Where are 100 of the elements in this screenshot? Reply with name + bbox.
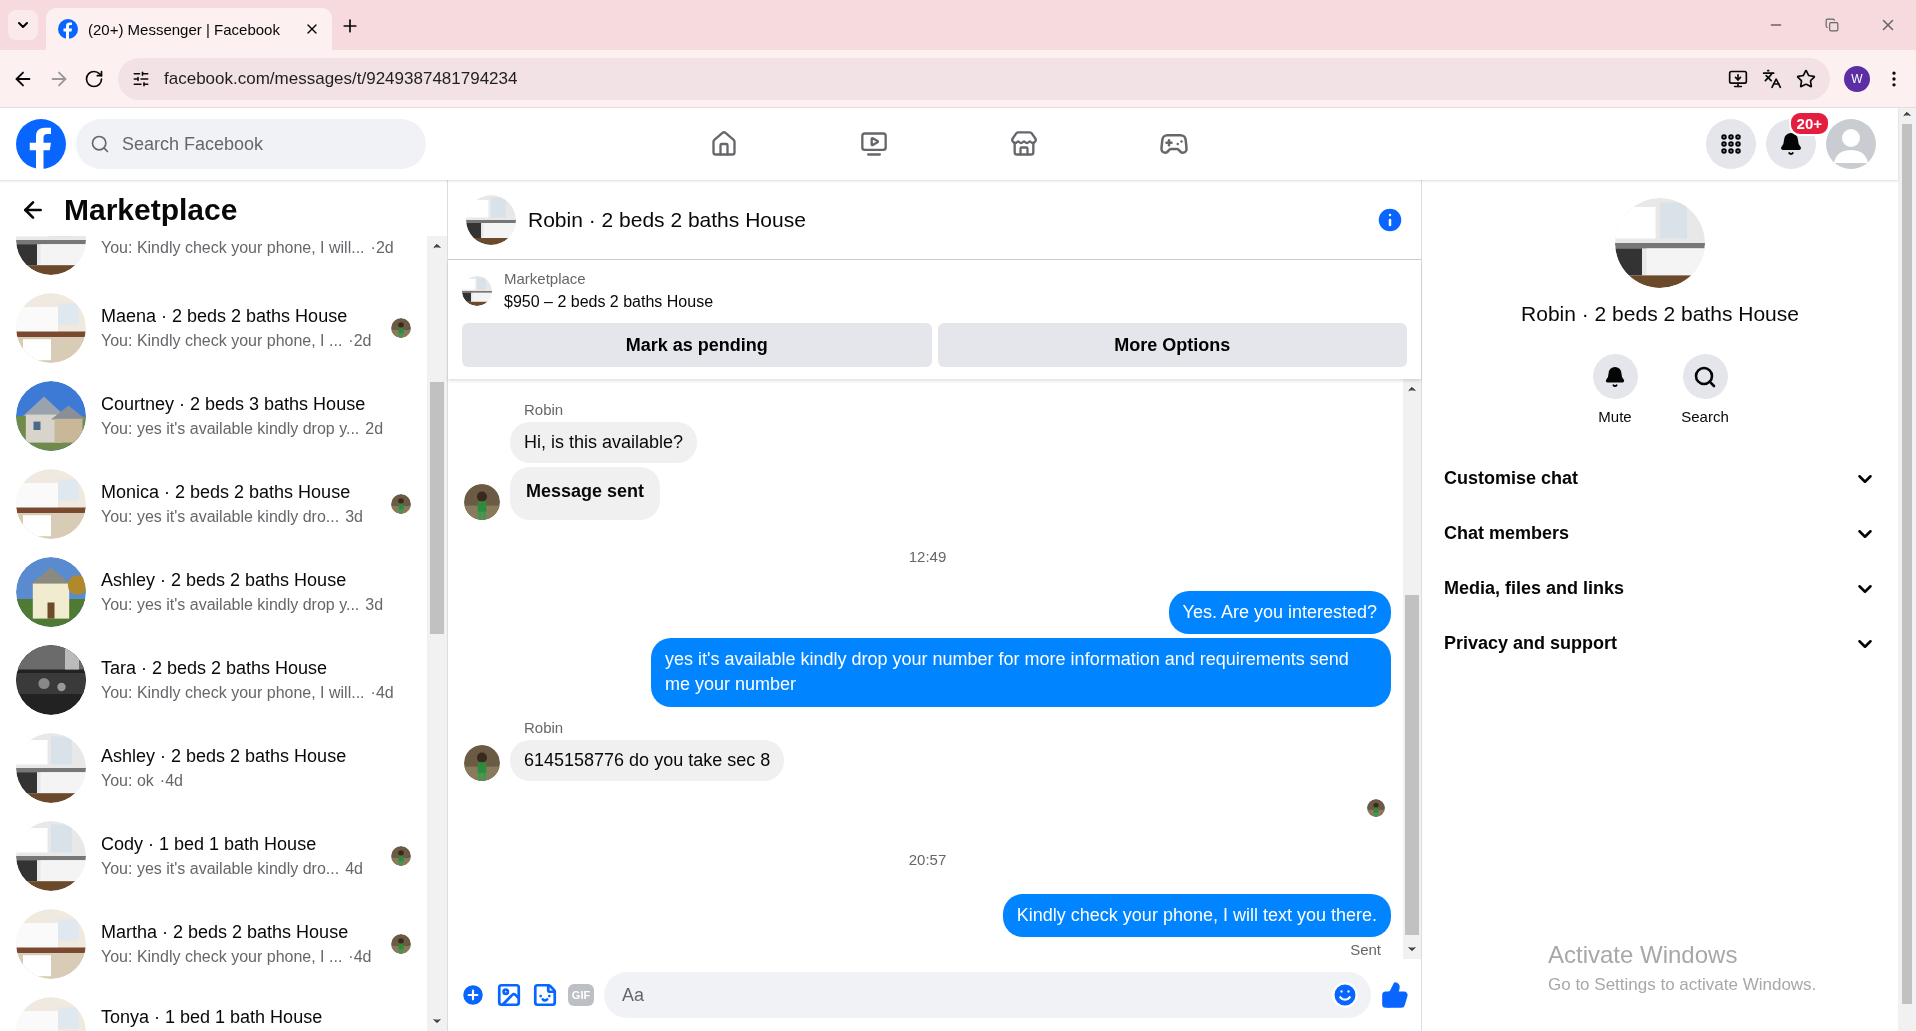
conversation-item[interactable]: Maena · 2 beds 2 baths House You: Kindly check your phone, I ... ·2d	[0, 284, 427, 372]
listing-title: $950 – 2 beds 2 baths House	[504, 293, 714, 311]
scrollbar[interactable]	[427, 236, 447, 1031]
chat-title: Robin · 2 beds 2 baths House	[528, 207, 807, 232]
message-time: ·2d	[370, 239, 394, 257]
outgoing-message: Yes. Are you interested?	[1168, 591, 1391, 635]
search-icon	[1693, 364, 1717, 389]
message-preview: You: Kindly check your phone, I ...	[101, 948, 343, 966]
message-time: 4d	[345, 860, 363, 878]
message-preview: You: yes it's available kindly dro...	[101, 508, 340, 526]
message-input[interactable]: Aa	[620, 983, 1331, 1007]
bookmark-icon[interactable]	[1796, 68, 1816, 89]
conversation-title: Martha · 2 beds 2 baths House	[101, 922, 350, 943]
conversation-title: Tara · 2 beds 2 baths House	[101, 658, 329, 679]
search-input[interactable]: Search Facebook	[120, 132, 412, 156]
thumbs-up-icon[interactable]	[1381, 981, 1409, 1009]
outgoing-message: Kindly check your phone, I will text you there.	[1002, 893, 1391, 937]
action-label: Search	[1681, 408, 1729, 425]
reload-icon[interactable]	[84, 68, 104, 89]
translate-icon[interactable]	[1762, 68, 1782, 89]
sender-name: Robin	[524, 718, 565, 736]
bell-icon	[1779, 132, 1803, 156]
listing-action-button[interactable]: Mark as pending	[462, 323, 932, 367]
emoji-icon[interactable]	[1331, 981, 1359, 1009]
browser-tab[interactable]: (20+) Messenger | Facebook	[46, 8, 332, 50]
listing-label: Marketplace	[504, 270, 587, 287]
section-header[interactable]: Chat members	[1442, 506, 1878, 561]
site-settings-icon[interactable]	[132, 69, 150, 88]
message-preview: You: ok	[101, 772, 154, 790]
conversation-item[interactable]: Monica · 2 beds 2 baths House You: yes it's available kindly dro... 3d	[0, 460, 427, 548]
add-icon[interactable]	[460, 982, 486, 1008]
search-button[interactable]	[1682, 354, 1728, 399]
message-preview: You: Kindly check your phone, I will...	[101, 239, 365, 257]
conversation-title: Courtney · 2 beds 3 baths House	[101, 394, 367, 415]
message-preview: You: Kindly check your phone, I ...	[101, 332, 343, 350]
scrollbar[interactable]	[1403, 379, 1421, 959]
sticker-icon[interactable]	[532, 982, 558, 1008]
conversation-item[interactable]: Tonya · 1 bed 1 bath House	[0, 988, 427, 1031]
timestamp: 20:57	[908, 850, 947, 868]
facebook-icon	[58, 19, 78, 39]
image-icon[interactable]	[496, 982, 522, 1008]
conversation-item[interactable]: Ashley · 2 beds 2 baths House You: yes it's available kindly drop y... 3d	[0, 548, 427, 636]
conversation-title: Cody · 1 bed 1 bath House	[101, 834, 318, 855]
message-time: 3d	[345, 508, 363, 526]
conversation-item[interactable]: Martha · 2 beds 2 baths House You: Kindly check your phone, I ... ·4d	[0, 900, 427, 988]
conversation-title: Monica · 2 beds 2 baths House	[101, 482, 352, 503]
incoming-message: Message sent	[510, 467, 661, 520]
search-icon	[90, 134, 110, 154]
listing-action-button[interactable]: More Options	[937, 323, 1407, 367]
panel-title: Marketplace	[64, 193, 238, 227]
section-header[interactable]: Customise chat	[1442, 451, 1878, 506]
message-time: ·4d	[370, 684, 394, 702]
conversation-item[interactable]: Cody · 1 bed 1 bath House You: yes it's available kindly dro... 4d	[0, 812, 427, 900]
conversation-item[interactable]: Tara · 2 beds 2 baths House You: Kindly check your phone, I will... ·4d	[0, 636, 427, 724]
section-header[interactable]: Privacy and support	[1442, 616, 1878, 671]
menu-grid-button[interactable]	[1706, 119, 1756, 169]
message-time: ·2d	[348, 332, 372, 350]
message-time: ·4d	[348, 948, 372, 966]
message-time: ·4d	[159, 772, 183, 790]
facebook-logo[interactable]	[16, 119, 66, 169]
profile-avatar[interactable]: W	[1844, 65, 1870, 92]
tab-list-button[interactable]	[8, 10, 38, 40]
message-time: 2d	[365, 420, 384, 438]
scroll-thumb[interactable]	[430, 382, 444, 634]
sender-name: Robin	[524, 401, 565, 418]
message-time: 3d	[365, 596, 384, 614]
scrollbar[interactable]	[1898, 108, 1916, 1031]
restore-icon[interactable]	[1825, 18, 1839, 32]
contact-title: Robin · 2 beds 2 baths House	[1521, 302, 1799, 326]
message-field[interactable]: Aa	[604, 972, 1371, 1018]
conversation-title: Ashley · 2 beds 2 baths House	[101, 746, 348, 767]
incoming-message: 6145158776 do you take sec 8	[510, 739, 785, 781]
install-icon[interactable]	[1728, 68, 1748, 89]
address-bar[interactable]: facebook.com/messages/t/9249387481794234	[118, 57, 1830, 100]
notification-badge: 20+	[1788, 111, 1830, 136]
mute-button[interactable]	[1592, 354, 1638, 399]
conversation-title: Tonya · 1 bed 1 bath House	[101, 1006, 324, 1028]
action-label: Mute	[1598, 408, 1632, 425]
delivery-status: Sent	[1350, 940, 1381, 958]
scroll-thumb[interactable]	[1405, 595, 1419, 935]
timestamp: 12:49	[908, 548, 947, 565]
activation-title: Activate Windows	[1548, 941, 1739, 969]
section-header[interactable]: Media, files and links	[1442, 561, 1878, 616]
grid-icon	[1719, 132, 1743, 156]
message-preview: You: Kindly check your phone, I will...	[101, 684, 365, 702]
tab-title: (20+) Messenger | Facebook	[88, 20, 281, 38]
message-preview: You: yes it's available kindly dro...	[101, 860, 340, 878]
conversation-title: Maena · 2 beds 2 baths House	[101, 306, 349, 327]
outgoing-message: yes it's available kindly drop your number for more information and requirements send me your number	[651, 638, 1391, 707]
search-field[interactable]: Search Facebook	[76, 119, 426, 169]
conversation-title: Ashley · 2 beds 2 baths House	[101, 570, 348, 591]
conversation-item[interactable]: You: Kindly check your phone, I will... ·2d	[0, 236, 427, 284]
bell-icon	[1604, 365, 1626, 388]
message-preview: You: yes it's available kindly drop y...	[101, 420, 360, 438]
url-text: facebook.com/messages/t/9249387481794234	[164, 68, 519, 89]
conversation-item[interactable]: Courtney · 2 beds 3 baths House You: yes it's available kindly drop y... 2d	[0, 372, 427, 460]
scroll-thumb[interactable]	[1902, 124, 1912, 1004]
activation-text: Go to Settings to activate Windows.	[1548, 975, 1817, 995]
conversation-item[interactable]: Ashley · 2 beds 2 baths House You: ok ·4d	[0, 724, 427, 812]
incoming-message: Hi, is this available?	[510, 422, 698, 463]
